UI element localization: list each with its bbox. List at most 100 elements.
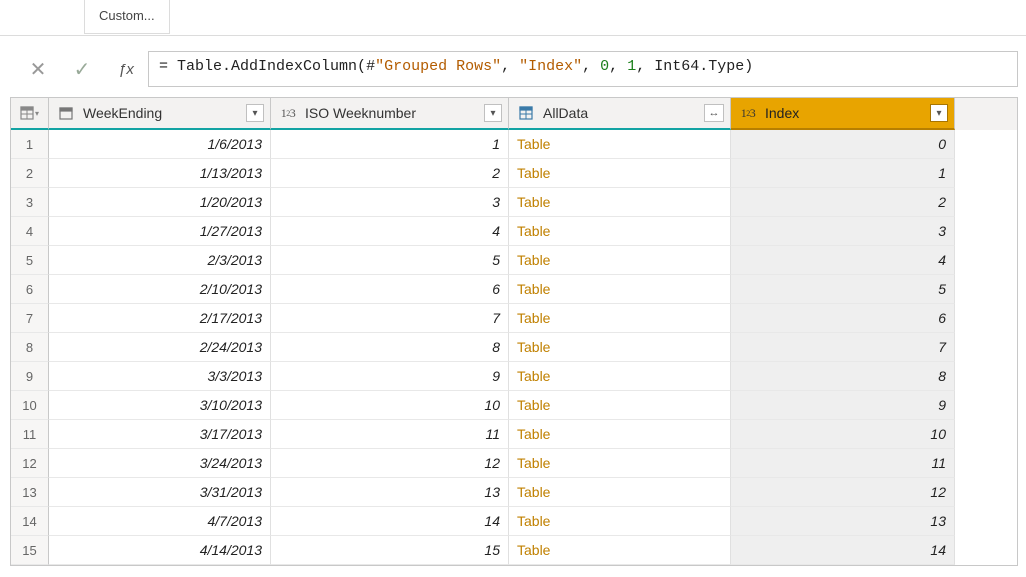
formula-confirm-button[interactable]: ✓ — [60, 51, 104, 87]
cell-weekending[interactable]: 2/17/2013 — [49, 304, 271, 333]
column-filter-button[interactable]: ▾ — [930, 104, 948, 122]
cell-iso-weeknumber[interactable]: 7 — [271, 304, 509, 333]
cell-alldata-link[interactable]: Table — [509, 333, 731, 362]
cell-alldata-link[interactable]: Table — [509, 188, 731, 217]
table-row[interactable]: 93/3/20139Table8 — [11, 362, 1017, 391]
table-row[interactable]: 62/10/20136Table5 — [11, 275, 1017, 304]
cell-iso-weeknumber[interactable]: 13 — [271, 478, 509, 507]
row-number[interactable]: 7 — [11, 304, 49, 333]
row-number[interactable]: 6 — [11, 275, 49, 304]
cell-iso-weeknumber[interactable]: 2 — [271, 159, 509, 188]
column-header-weekending[interactable]: WeekEnding ▾ — [49, 98, 271, 130]
cell-alldata-link[interactable]: Table — [509, 304, 731, 333]
cell-index[interactable]: 11 — [731, 449, 955, 478]
row-number[interactable]: 12 — [11, 449, 49, 478]
cell-index[interactable]: 13 — [731, 507, 955, 536]
cell-alldata-link[interactable]: Table — [509, 391, 731, 420]
table-row[interactable]: 11/6/20131Table0 — [11, 130, 1017, 159]
cell-weekending[interactable]: 2/24/2013 — [49, 333, 271, 362]
cell-iso-weeknumber[interactable]: 1 — [271, 130, 509, 159]
custom-column-button[interactable]: Custom... — [84, 0, 170, 34]
cell-weekending[interactable]: 1/6/2013 — [49, 130, 271, 159]
cell-alldata-link[interactable]: Table — [509, 275, 731, 304]
row-number[interactable]: 5 — [11, 246, 49, 275]
column-header-index[interactable]: 123 Index ▾ — [731, 98, 955, 130]
cell-weekending[interactable]: 2/3/2013 — [49, 246, 271, 275]
cell-weekending[interactable]: 3/10/2013 — [49, 391, 271, 420]
cell-index[interactable]: 3 — [731, 217, 955, 246]
formula-input[interactable]: = Table.AddIndexColumn(#"Grouped Rows", … — [148, 51, 1018, 87]
cell-iso-weeknumber[interactable]: 12 — [271, 449, 509, 478]
cell-iso-weeknumber[interactable]: 5 — [271, 246, 509, 275]
cell-index[interactable]: 4 — [731, 246, 955, 275]
row-number[interactable]: 9 — [11, 362, 49, 391]
cell-iso-weeknumber[interactable]: 10 — [271, 391, 509, 420]
cell-weekending[interactable]: 1/20/2013 — [49, 188, 271, 217]
table-row[interactable]: 31/20/20133Table2 — [11, 188, 1017, 217]
table-row[interactable]: 123/24/201312Table11 — [11, 449, 1017, 478]
cell-index[interactable]: 14 — [731, 536, 955, 565]
table-row[interactable]: 144/7/201314Table13 — [11, 507, 1017, 536]
row-number[interactable]: 8 — [11, 333, 49, 362]
row-number[interactable]: 2 — [11, 159, 49, 188]
cell-index[interactable]: 5 — [731, 275, 955, 304]
cell-weekending[interactable]: 2/10/2013 — [49, 275, 271, 304]
cell-alldata-link[interactable]: Table — [509, 478, 731, 507]
cell-index[interactable]: 10 — [731, 420, 955, 449]
column-filter-button[interactable]: ▾ — [246, 104, 264, 122]
row-number[interactable]: 10 — [11, 391, 49, 420]
row-number[interactable]: 11 — [11, 420, 49, 449]
column-filter-button[interactable]: ▾ — [484, 104, 502, 122]
cell-index[interactable]: 1 — [731, 159, 955, 188]
column-header-alldata[interactable]: AllData ↔ — [509, 98, 731, 130]
cell-weekending[interactable]: 4/14/2013 — [49, 536, 271, 565]
cell-weekending[interactable]: 3/3/2013 — [49, 362, 271, 391]
row-number[interactable]: 15 — [11, 536, 49, 565]
cell-iso-weeknumber[interactable]: 15 — [271, 536, 509, 565]
cell-weekending[interactable]: 3/24/2013 — [49, 449, 271, 478]
cell-alldata-link[interactable]: Table — [509, 362, 731, 391]
table-row[interactable]: 72/17/20137Table6 — [11, 304, 1017, 333]
table-row[interactable]: 113/17/201311Table10 — [11, 420, 1017, 449]
cell-index[interactable]: 6 — [731, 304, 955, 333]
cell-alldata-link[interactable]: Table — [509, 536, 731, 565]
cell-iso-weeknumber[interactable]: 6 — [271, 275, 509, 304]
cell-iso-weeknumber[interactable]: 14 — [271, 507, 509, 536]
cell-index[interactable]: 9 — [731, 391, 955, 420]
cell-alldata-link[interactable]: Table — [509, 449, 731, 478]
formula-cancel-button[interactable]: ✕ — [16, 51, 60, 87]
cell-index[interactable]: 12 — [731, 478, 955, 507]
cell-iso-weeknumber[interactable]: 11 — [271, 420, 509, 449]
cell-index[interactable]: 7 — [731, 333, 955, 362]
table-row[interactable]: 103/10/201310Table9 — [11, 391, 1017, 420]
cell-alldata-link[interactable]: Table — [509, 246, 731, 275]
cell-iso-weeknumber[interactable]: 4 — [271, 217, 509, 246]
column-header-iso-weeknumber[interactable]: 123 ISO Weeknumber ▾ — [271, 98, 509, 130]
cell-weekending[interactable]: 4/7/2013 — [49, 507, 271, 536]
expand-column-button[interactable]: ↔ — [704, 104, 724, 122]
table-row[interactable]: 82/24/20138Table7 — [11, 333, 1017, 362]
row-number[interactable]: 3 — [11, 188, 49, 217]
table-row[interactable]: 41/27/20134Table3 — [11, 217, 1017, 246]
row-number[interactable]: 14 — [11, 507, 49, 536]
row-number[interactable]: 4 — [11, 217, 49, 246]
cell-weekending[interactable]: 1/13/2013 — [49, 159, 271, 188]
cell-alldata-link[interactable]: Table — [509, 420, 731, 449]
cell-alldata-link[interactable]: Table — [509, 217, 731, 246]
cell-index[interactable]: 8 — [731, 362, 955, 391]
cell-alldata-link[interactable]: Table — [509, 130, 731, 159]
cell-index[interactable]: 2 — [731, 188, 955, 217]
table-row[interactable]: 154/14/201315Table14 — [11, 536, 1017, 565]
cell-weekending[interactable]: 1/27/2013 — [49, 217, 271, 246]
cell-index[interactable]: 0 — [731, 130, 955, 159]
select-all-corner[interactable]: ▾ — [11, 98, 49, 130]
table-row[interactable]: 21/13/20132Table1 — [11, 159, 1017, 188]
table-row[interactable]: 52/3/20135Table4 — [11, 246, 1017, 275]
table-row[interactable]: 133/31/201313Table12 — [11, 478, 1017, 507]
cell-iso-weeknumber[interactable]: 9 — [271, 362, 509, 391]
row-number[interactable]: 1 — [11, 130, 49, 159]
cell-iso-weeknumber[interactable]: 8 — [271, 333, 509, 362]
row-number[interactable]: 13 — [11, 478, 49, 507]
cell-weekending[interactable]: 3/31/2013 — [49, 478, 271, 507]
cell-alldata-link[interactable]: Table — [509, 507, 731, 536]
